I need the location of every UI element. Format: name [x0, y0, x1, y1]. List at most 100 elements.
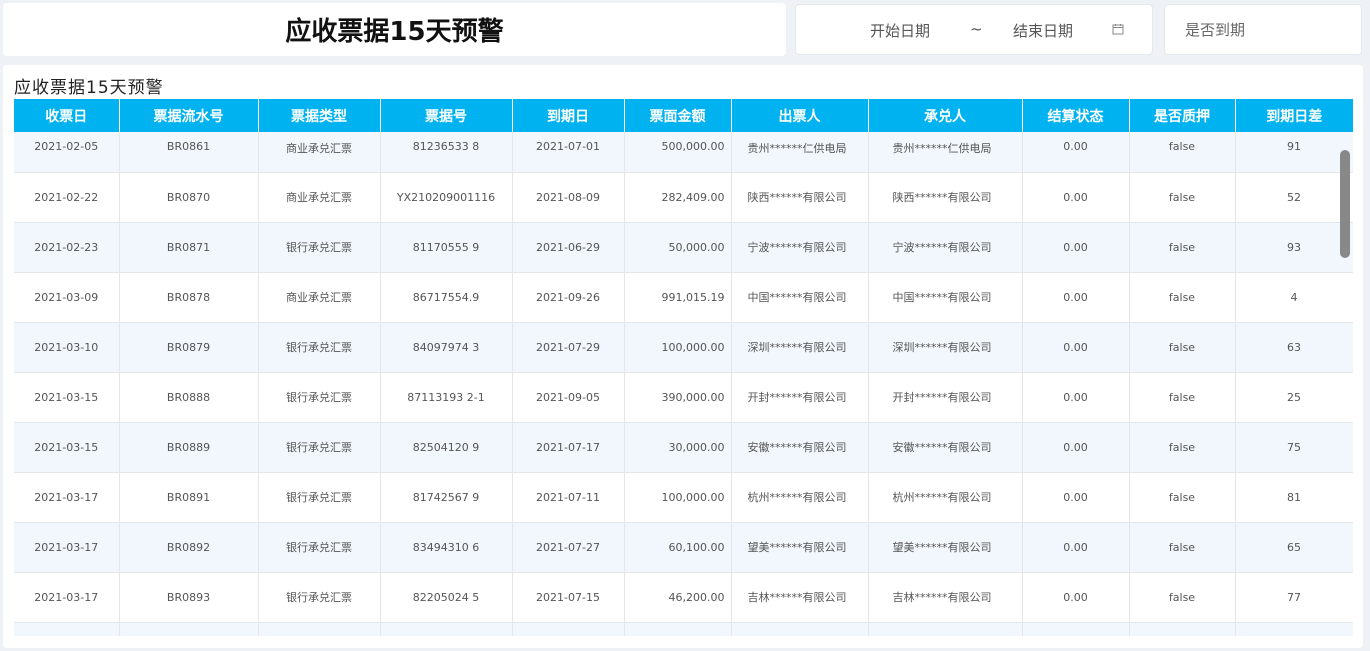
pledged-cell: false	[1129, 372, 1236, 423]
title-card: 应收票据15天预警	[3, 3, 786, 56]
bill-no-cell: 82205024 5	[380, 572, 513, 623]
column-header[interactable]: 收票日	[14, 99, 120, 132]
pledged-cell: false	[1129, 472, 1236, 523]
start-date-input[interactable]: 开始日期	[870, 20, 930, 41]
acceptor-cell: 杭州******有限公司	[868, 472, 1023, 523]
bill-no-cell: YX210209001116	[380, 172, 513, 223]
serial-no-cell	[119, 622, 259, 636]
acceptor-cell: 吉林******有限公司	[868, 572, 1023, 623]
warning-panel: 应收票据15天预警 收票日 票据流水号 票据类型 票据号 到期日 票面金额 出票…	[3, 65, 1363, 648]
date-separator: ~	[970, 20, 983, 38]
due-date-cell: 2021-09-26	[512, 272, 625, 323]
column-header[interactable]: 票据类型	[258, 99, 381, 132]
days-diff-cell: 4	[1235, 272, 1353, 323]
days-diff-cell: 75	[1235, 422, 1353, 473]
settle-status-cell: 0.00	[1022, 172, 1130, 223]
drawer-cell: 陕西******有限公司	[731, 172, 869, 223]
serial-no-cell: BR0892	[119, 522, 259, 573]
column-header[interactable]: 票据号	[380, 99, 513, 132]
serial-no-cell: BR0879	[119, 322, 259, 373]
table-row[interactable]	[14, 622, 1353, 636]
expire-filter-input[interactable]	[1185, 20, 1345, 39]
settle-status-cell: 0.00	[1022, 522, 1130, 573]
acceptor-cell: 深圳******有限公司	[868, 322, 1023, 373]
bill-type-cell: 银行承兑汇票	[258, 222, 381, 273]
pledged-cell: false	[1129, 172, 1236, 223]
days-diff-cell: 63	[1235, 322, 1353, 373]
acceptor-cell: 中国******有限公司	[868, 272, 1023, 323]
amount-cell: 991,015.19	[624, 272, 732, 323]
pledged-cell: false	[1129, 572, 1236, 623]
amount-cell: 100,000.00	[624, 472, 732, 523]
settle-status-cell: 0.00	[1022, 322, 1130, 373]
column-header[interactable]: 结算状态	[1022, 99, 1130, 132]
bill-no-cell	[380, 622, 513, 636]
receive-date-cell: 2021-03-10	[14, 322, 120, 373]
drawer-cell: 吉林******有限公司	[731, 572, 869, 623]
table-row[interactable]: 2021-02-05 BR0861 商业承兑汇票 81236533 8 2021-07-…	[14, 132, 1353, 173]
column-header[interactable]: 出票人	[731, 99, 869, 132]
acceptor-cell: 贵州******仁供电局	[868, 132, 1023, 173]
expire-filter[interactable]	[1164, 4, 1362, 55]
table-row[interactable]: 2021-03-17 BR0891 银行承兑汇票 81742567 9 2021-07-…	[14, 472, 1353, 523]
bill-type-cell: 商业承兑汇票	[258, 132, 381, 173]
column-header[interactable]: 到期日差	[1235, 99, 1353, 132]
drawer-cell: 望美******有限公司	[731, 522, 869, 573]
bill-type-cell: 银行承兑汇票	[258, 472, 381, 523]
column-header[interactable]: 票面金额	[624, 99, 732, 132]
end-date-input[interactable]: 结束日期	[1013, 20, 1073, 41]
bill-type-cell: 银行承兑汇票	[258, 322, 381, 373]
due-date-cell: 2021-07-27	[512, 522, 625, 573]
bill-no-cell: 84097974 3	[380, 322, 513, 373]
due-date-cell	[512, 622, 625, 636]
column-header[interactable]: 是否质押	[1129, 99, 1236, 132]
column-header[interactable]: 承兑人	[868, 99, 1023, 132]
bill-no-cell: 87113193 2-1	[380, 372, 513, 423]
serial-no-cell: BR0893	[119, 572, 259, 623]
amount-cell: 60,100.00	[624, 522, 732, 573]
settle-status-cell: 0.00	[1022, 272, 1130, 323]
bill-type-cell: 银行承兑汇票	[258, 422, 381, 473]
drawer-cell	[731, 622, 869, 636]
table-row[interactable]: 2021-03-10 BR0879 银行承兑汇票 84097974 3 2021-07-…	[14, 322, 1353, 373]
pledged-cell: false	[1129, 222, 1236, 273]
column-header[interactable]: 到期日	[512, 99, 625, 132]
table-row[interactable]: 2021-03-09 BR0878 商业承兑汇票 86717554.9 2021-09-…	[14, 272, 1353, 323]
bill-no-cell: 82504120 9	[380, 422, 513, 473]
table-row[interactable]: 2021-03-17 BR0893 银行承兑汇票 82205024 5 2021-07-…	[14, 572, 1353, 623]
due-date-cell: 2021-07-11	[512, 472, 625, 523]
vertical-scrollbar[interactable]	[1340, 150, 1350, 258]
days-diff-cell: 91	[1235, 132, 1353, 173]
due-date-cell: 2021-07-01	[512, 132, 625, 173]
settle-status-cell	[1022, 622, 1130, 636]
drawer-cell: 杭州******有限公司	[731, 472, 869, 523]
column-header[interactable]: 票据流水号	[119, 99, 259, 132]
calendar-icon[interactable]	[1112, 23, 1124, 35]
pledged-cell: false	[1129, 322, 1236, 373]
table-row[interactable]: 2021-02-22 BR0870 商业承兑汇票 YX210209001116 2021…	[14, 172, 1353, 223]
table-row[interactable]: 2021-03-15 BR0888 银行承兑汇票 87113193 2-1 2021-0…	[14, 372, 1353, 423]
receive-date-cell: 2021-02-22	[14, 172, 120, 223]
amount-cell	[624, 622, 732, 636]
bill-no-cell: 81742567 9	[380, 472, 513, 523]
page-title: 应收票据15天预警	[285, 17, 504, 47]
serial-no-cell: BR0871	[119, 222, 259, 273]
table-row[interactable]: 2021-03-17 BR0892 银行承兑汇票 83494310 6 2021-07-…	[14, 522, 1353, 573]
receive-date-cell: 2021-03-09	[14, 272, 120, 323]
drawer-cell: 开封******有限公司	[731, 372, 869, 423]
date-range-picker[interactable]: 开始日期 ~ 结束日期	[795, 4, 1153, 55]
table-container[interactable]: 收票日 票据流水号 票据类型 票据号 到期日 票面金额 出票人 承兑人 结算状态…	[14, 99, 1353, 636]
days-diff-cell: 81	[1235, 472, 1353, 523]
table-row[interactable]: 2021-02-23 BR0871 银行承兑汇票 81170555 9 2021-06-…	[14, 222, 1353, 273]
receive-date-cell: 2021-03-15	[14, 372, 120, 423]
receive-date-cell: 2021-03-15	[14, 422, 120, 473]
bill-type-cell	[258, 622, 381, 636]
days-diff-cell: 52	[1235, 172, 1353, 223]
amount-cell: 100,000.00	[624, 322, 732, 373]
table-row[interactable]: 2021-03-15 BR0889 银行承兑汇票 82504120 9 2021-07-…	[14, 422, 1353, 473]
bill-type-cell: 银行承兑汇票	[258, 572, 381, 623]
days-diff-cell	[1235, 622, 1353, 636]
amount-cell: 390,000.00	[624, 372, 732, 423]
amount-cell: 500,000.00	[624, 132, 732, 173]
due-date-cell: 2021-07-17	[512, 422, 625, 473]
